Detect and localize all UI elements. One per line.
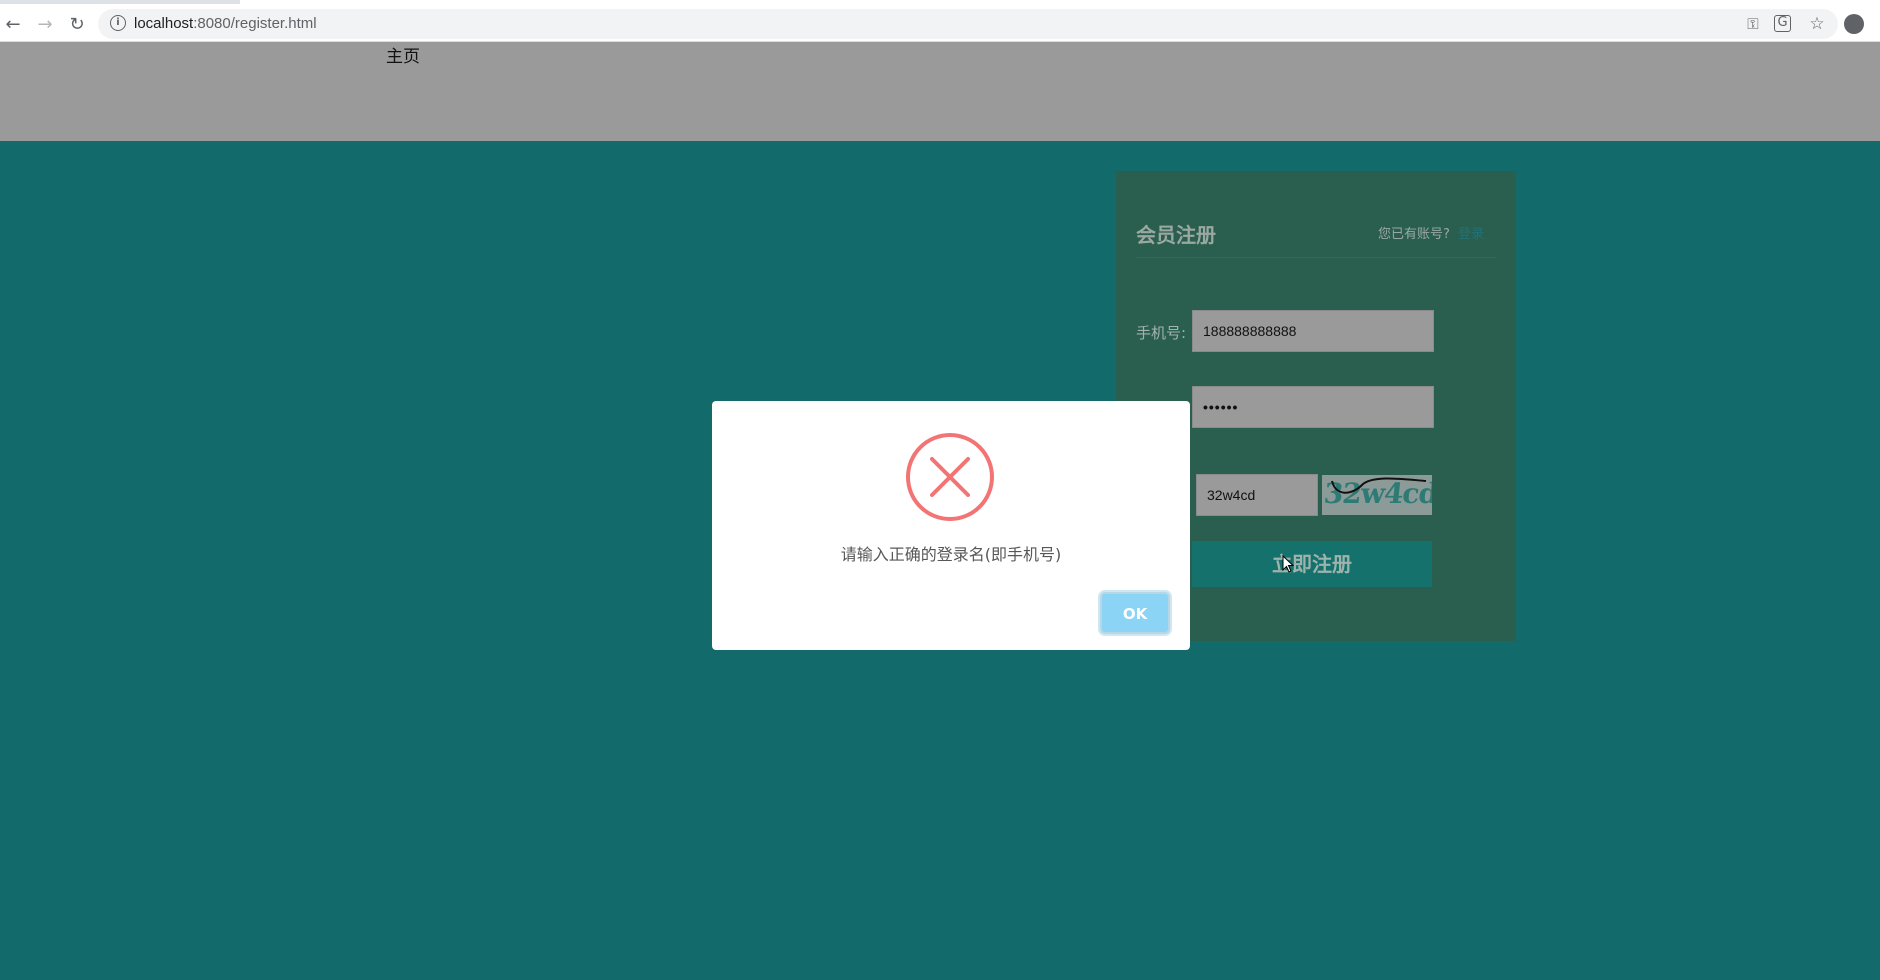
phone-input[interactable]: 188888888888	[1192, 310, 1434, 352]
address-bar[interactable]: i localhost:8080/register.html	[98, 9, 1838, 39]
have-account-text: 您已有账号?	[1378, 227, 1450, 242]
register-button[interactable]: 立即注册	[1192, 541, 1432, 587]
nav-home-link[interactable]: 主页	[386, 42, 420, 67]
error-icon	[906, 433, 994, 521]
browser-toolbar: ← → ↻ i localhost:8080/register.html ⚿ G…	[0, 4, 1880, 42]
translate-icon[interactable]: G	[1774, 15, 1791, 32]
key-icon[interactable]: ⚿	[1742, 13, 1764, 35]
star-icon[interactable]: ☆	[1806, 13, 1828, 35]
phone-label: 手机号:	[1136, 324, 1187, 342]
password-input[interactable]: ••••••	[1192, 386, 1434, 428]
mouse-cursor-icon	[1282, 555, 1294, 573]
error-dialog: 请输入正确的登录名(即手机号) OK	[712, 401, 1190, 650]
captcha-image[interactable]: 32w4cd	[1322, 475, 1432, 515]
back-icon[interactable]: ←	[0, 11, 26, 37]
profile-icon[interactable]	[1844, 14, 1864, 34]
login-link[interactable]: 登录	[1458, 223, 1484, 242]
page-header: 主页	[0, 42, 1880, 141]
captcha-input[interactable]: 32w4cd	[1196, 474, 1318, 516]
info-icon[interactable]: i	[110, 15, 126, 31]
url-text[interactable]: localhost:8080/register.html	[134, 15, 317, 32]
url-host: localhost	[134, 15, 194, 32]
dialog-message: 请输入正确的登录名(即手机号)	[840, 545, 1062, 564]
forward-icon[interactable]: →	[32, 11, 58, 37]
reload-icon[interactable]: ↻	[64, 11, 90, 37]
register-title: 会员注册	[1136, 223, 1216, 247]
title-divider	[1136, 257, 1496, 258]
ok-button[interactable]: OK	[1100, 592, 1170, 634]
url-path: :8080/register.html	[193, 15, 317, 32]
captcha-noise-line	[1331, 477, 1427, 494]
